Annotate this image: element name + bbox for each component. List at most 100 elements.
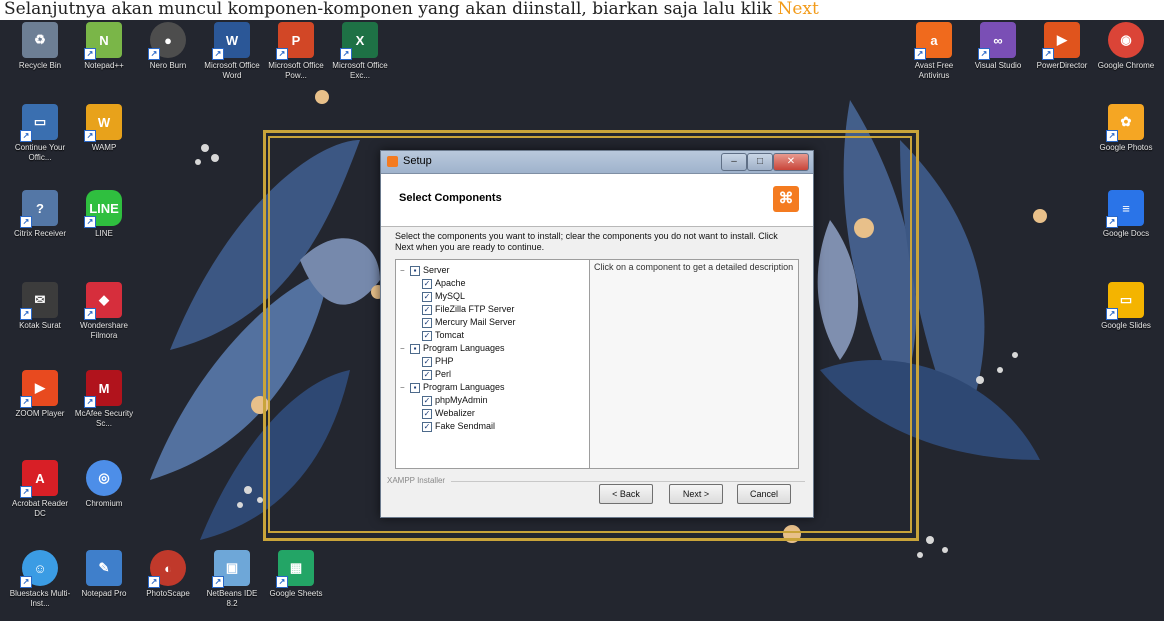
checkbox-icon[interactable]: ✓	[422, 291, 432, 302]
desktop-icon-google-sheets[interactable]: ▦ ↗ Google Sheets	[264, 550, 328, 620]
checkbox-icon[interactable]: ✓	[422, 278, 432, 289]
tree-item-webalizer[interactable]: ✓ Webalizer	[422, 407, 475, 419]
desktop-icon-chromium[interactable]: ◎ Chromium	[72, 460, 136, 530]
desktop-icon-word[interactable]: W ↗ Microsoft Office Word	[200, 22, 264, 92]
tree-item-label: Program Languages	[423, 382, 505, 392]
desktop-icon-google-photos[interactable]: ✿ ↗ Google Photos	[1094, 104, 1158, 174]
desktop-icon-visual-studio[interactable]: ∞ ↗ Visual Studio	[966, 22, 1030, 92]
desktop-icon-label: McAfee Security Sc...	[74, 409, 134, 428]
desktop-icon-kotak-surat[interactable]: ✉ ↗ Kotak Surat	[8, 282, 72, 352]
desktop-icon-label: Google Docs	[1102, 229, 1150, 238]
maximize-button[interactable]: □	[747, 153, 773, 171]
desktop-icon-powerdirector[interactable]: ▶ ↗ PowerDirector	[1030, 22, 1094, 92]
checkbox-icon[interactable]: ✓	[422, 330, 432, 341]
cancel-button[interactable]: Cancel	[737, 484, 791, 504]
close-button[interactable]: ✕	[773, 153, 809, 171]
desktop-icon-acrobat[interactable]: A ↗ Acrobat Reader DC	[8, 460, 72, 530]
tree-item-filezilla[interactable]: ✓ FileZilla FTP Server	[422, 303, 514, 315]
checkbox-icon[interactable]: ✓	[422, 421, 432, 432]
tree-item-label: FileZilla FTP Server	[435, 304, 515, 314]
notepad-plus-icon: N ↗	[84, 22, 122, 60]
line-icon: LINE ↗	[84, 190, 122, 228]
powerdirector-icon: ▶ ↗	[1042, 22, 1080, 60]
tree-item-label: Perl	[435, 369, 452, 379]
tree-item-fake-sendmail[interactable]: ✓ Fake Sendmail	[422, 420, 495, 432]
checkbox-icon[interactable]: ✓	[422, 304, 432, 315]
desktop-icon-label: Google Photos	[1099, 143, 1153, 152]
nero-icon: ● ↗	[148, 22, 186, 60]
desktop-icon-line[interactable]: LINE ↗ LINE	[72, 190, 136, 260]
desktop-icon-netbeans[interactable]: ▣ ↗ NetBeans IDE 8.2	[200, 550, 264, 620]
minimize-button[interactable]: –	[721, 153, 747, 171]
checkbox-icon[interactable]: ✓	[422, 356, 432, 367]
desktop-icon-label: LINE	[95, 229, 113, 238]
checkbox-icon[interactable]: ✓	[422, 408, 432, 419]
checkbox-icon[interactable]: ▪	[410, 343, 420, 354]
tree-item-program-languages[interactable]: − ▪ Program Languages	[400, 342, 505, 354]
checkbox-icon[interactable]: ✓	[422, 317, 432, 328]
desktop-icon-zoom-player[interactable]: ▶ ↗ ZOOM Player	[8, 370, 72, 440]
component-description-panel: Click on a component to get a detailed d…	[589, 259, 799, 469]
desktop-icon-label: Microsoft Office Pow...	[268, 61, 324, 80]
citrix-icon: ? ↗	[20, 190, 58, 228]
collapse-icon[interactable]: −	[400, 382, 408, 394]
desktop-icon-continue-office[interactable]: ▭ ↗ Continue Your Offic...	[8, 104, 72, 174]
checkbox-icon[interactable]: ✓	[422, 395, 432, 406]
desktop-icon-avast[interactable]: a ↗ Avast Free Antivirus	[902, 22, 966, 92]
tree-item-mercury[interactable]: ✓ Mercury Mail Server	[422, 316, 516, 328]
bluestacks-icon: ☺ ↗	[20, 550, 58, 588]
checkbox-icon[interactable]: ▪	[410, 265, 420, 276]
next-button[interactable]: Next >	[669, 484, 723, 504]
tree-item-server[interactable]: − ▪ Server	[400, 264, 450, 276]
desktop-icon-label: ZOOM Player	[15, 409, 65, 418]
wamp-icon: W ↗	[84, 104, 122, 142]
desktop-icon-google-docs[interactable]: ≡ ↗ Google Docs	[1094, 190, 1158, 260]
desktop-icon-mcafee[interactable]: M ↗ McAfee Security Sc...	[72, 370, 136, 440]
components-tree: − ▪ Server ✓ Apache ✓ MySQL ✓ FileZilla FTP S…	[395, 259, 591, 469]
google-photos-icon: ✿ ↗	[1106, 104, 1144, 142]
back-button[interactable]: < Back	[599, 484, 653, 504]
desktop-icon-label: Avast Free Antivirus	[914, 61, 954, 80]
desktop-icon-label: Acrobat Reader DC	[11, 499, 69, 518]
collapse-icon[interactable]: −	[400, 343, 408, 355]
tree-item-mysql[interactable]: ✓ MySQL	[422, 290, 465, 302]
desktop-icon-notepad-plus[interactable]: N ↗ Notepad++	[72, 22, 136, 92]
desktop-icon-label: Nero Burn	[149, 61, 187, 70]
tree-item-program-languages-2[interactable]: − ▪ Program Languages	[400, 381, 505, 393]
desktop-icon-label: Notepad++	[84, 61, 124, 70]
tree-item-phpmyadmin[interactable]: ✓ phpMyAdmin	[422, 394, 488, 406]
desktop-icon-label: PhotoScape	[146, 589, 190, 598]
checkbox-icon[interactable]: ✓	[422, 369, 432, 380]
desktop-icon-notepad-pro[interactable]: ✎ Notepad Pro	[72, 550, 136, 620]
desktop-icon-nero[interactable]: ● ↗ Nero Burn	[136, 22, 200, 92]
zoom-player-icon: ▶ ↗	[20, 370, 58, 408]
desktop-icon-label: Google Sheets	[269, 589, 323, 598]
desktop-icon-chrome[interactable]: ◉ Google Chrome	[1094, 22, 1158, 92]
checkbox-icon[interactable]: ▪	[410, 382, 420, 393]
desktop-icon-label: Bluestacks Multi-Inst...	[9, 589, 71, 608]
tree-item-apache[interactable]: ✓ Apache	[422, 277, 466, 289]
desktop-icon-wamp[interactable]: W ↗ WAMP	[72, 104, 136, 174]
desktop-icon-citrix[interactable]: ? ↗ Citrix Receiver	[8, 190, 72, 260]
tree-item-label: Mercury Mail Server	[435, 317, 516, 327]
acrobat-icon: A ↗	[20, 460, 58, 498]
avast-icon: a ↗	[914, 22, 952, 60]
collapse-icon[interactable]: −	[400, 265, 408, 277]
window-titlebar[interactable]: Setup – □ ✕	[381, 151, 813, 174]
chrome-icon: ◉	[1108, 22, 1144, 58]
desktop-icon-photoscape[interactable]: ◐ ↗ PhotoScape	[136, 550, 200, 620]
computer-icon: ▭ ↗	[20, 104, 58, 142]
desktop-icon-excel[interactable]: X ↗ Microsoft Office Exc...	[328, 22, 392, 92]
desktop-icon-google-slides[interactable]: ▭ ↗ Google Slides	[1094, 282, 1158, 352]
desktop-icon-recycle-bin[interactable]: ♻ Recycle Bin	[8, 22, 72, 92]
tree-item-perl[interactable]: ✓ Perl	[422, 368, 451, 380]
desktop-icon-powerpoint[interactable]: P ↗ Microsoft Office Pow...	[264, 22, 328, 92]
desktop-icon-bluestacks[interactable]: ☺ ↗ Bluestacks Multi-Inst...	[8, 550, 72, 620]
netbeans-icon: ▣ ↗	[212, 550, 250, 588]
desktop-icon-label: Visual Studio	[974, 61, 1022, 70]
tree-item-php[interactable]: ✓ PHP	[422, 355, 454, 367]
desktop-icon-label: Kotak Surat	[19, 321, 61, 330]
caption-text: Selanjutnya akan muncul komponen-kompone…	[0, 0, 1164, 20]
tree-item-tomcat[interactable]: ✓ Tomcat	[422, 329, 464, 341]
desktop-icon-filmora[interactable]: ◆ ↗ Wondershare Filmora	[72, 282, 136, 352]
